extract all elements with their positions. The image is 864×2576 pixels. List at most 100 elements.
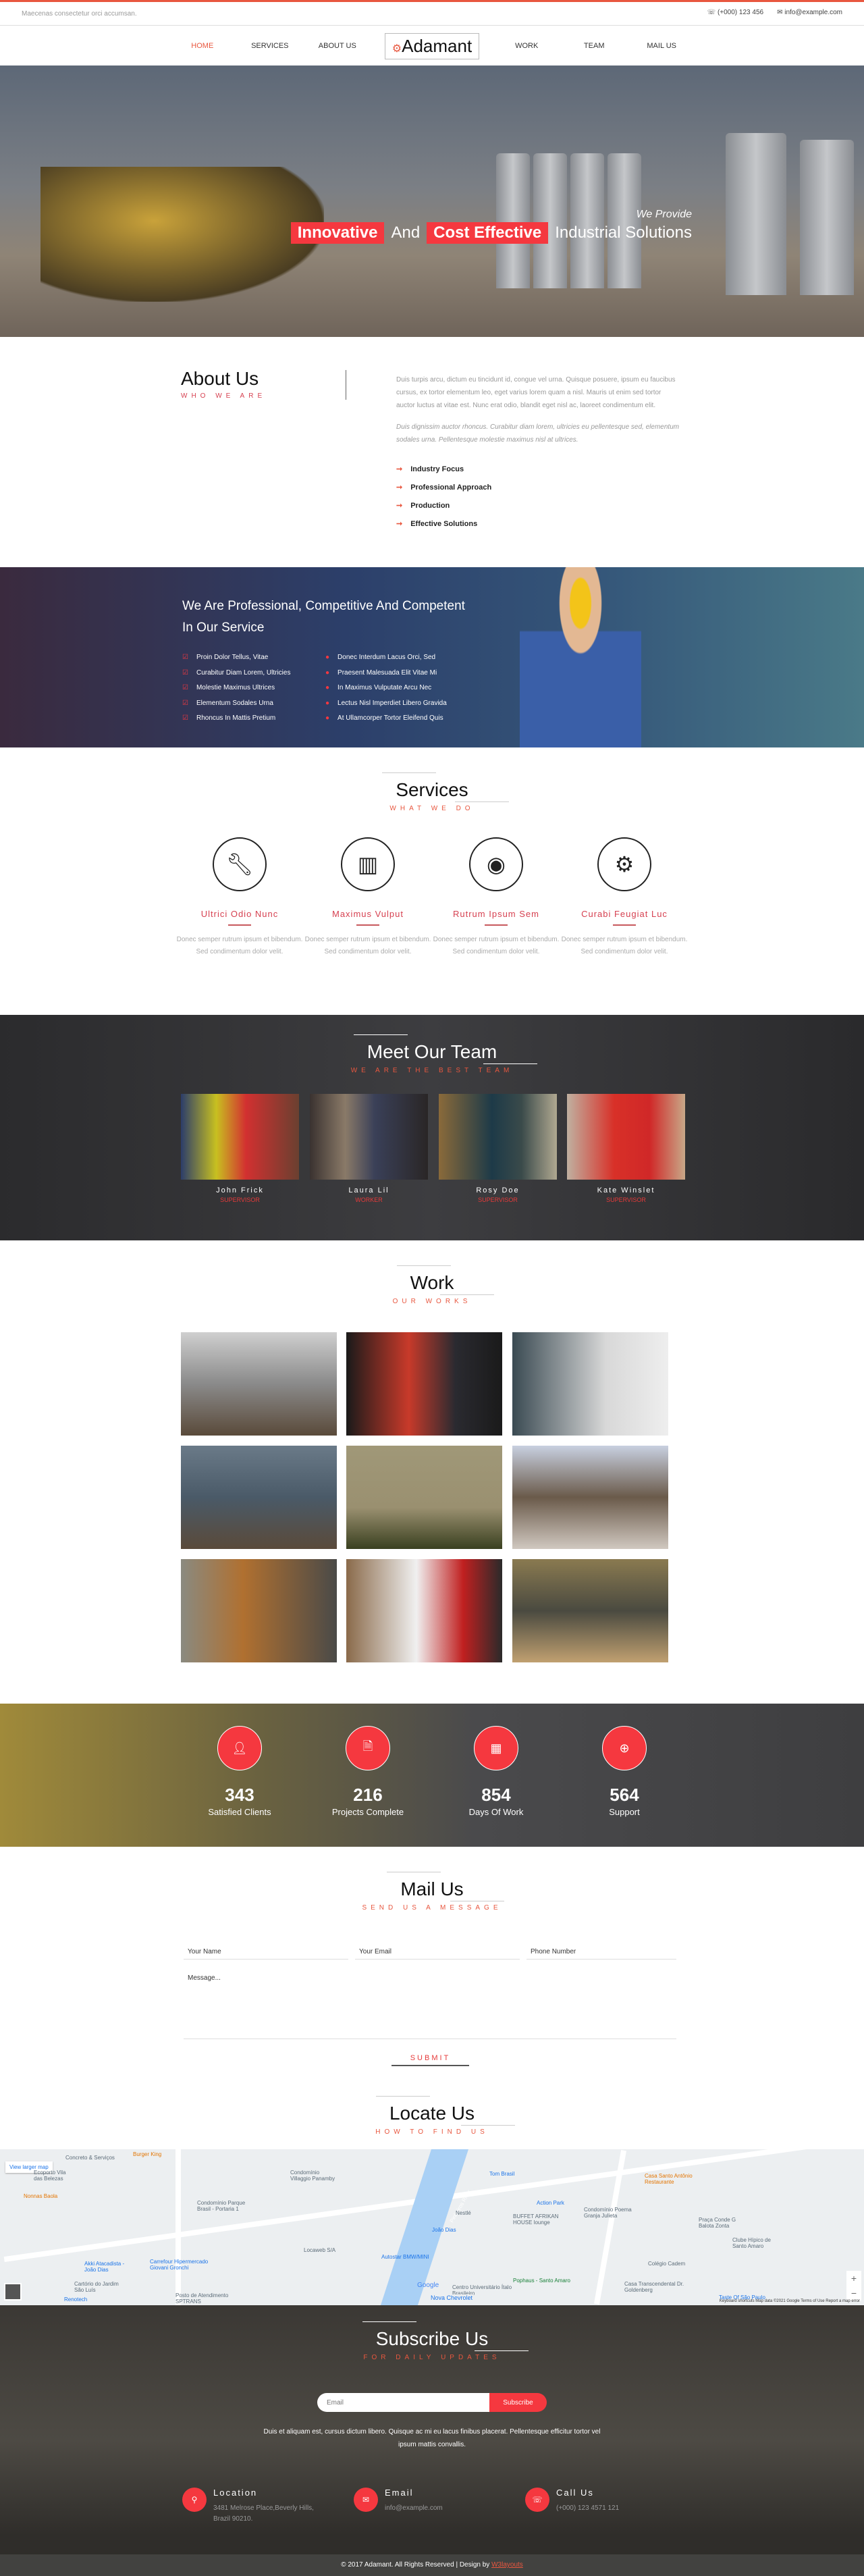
work-image[interactable]	[512, 1559, 668, 1662]
subscribe-button[interactable]: Subscribe	[489, 2393, 547, 2412]
arrow-right-icon: ➞	[396, 483, 403, 492]
hero-subtitle: We Provide	[636, 209, 692, 220]
contact-text[interactable]: info@example.com	[385, 2503, 500, 2514]
about-paragraph-italic: Duis dignissim auctor rhoncus. Curabitur…	[396, 423, 680, 444]
map-label: Nonnas Baola	[24, 2193, 58, 2199]
stat: ▦ 854 Days Of Work	[432, 1726, 560, 1817]
map-label: Posto de Atendimento SPTRANS	[176, 2292, 229, 2305]
top-contact: ☏ (+000) 123 456 ✉ info@example.com	[707, 9, 842, 16]
divider	[356, 924, 379, 926]
check-icon: ☑	[182, 684, 188, 691]
team-section: Meet Our Team WE ARE THE BEST TEAM John …	[0, 1015, 864, 1240]
work-image[interactable]	[346, 1446, 502, 1549]
service-text: Donec semper rutrum ipsum et bibendum. S…	[433, 936, 560, 955]
list-item: ● Donec Interdum Lacus Orci, Sed	[325, 654, 447, 669]
work-image[interactable]	[512, 1446, 668, 1549]
work-subtitle: OUR WORKS	[392, 1298, 472, 1305]
list-item-label: Industry Focus	[410, 465, 464, 473]
list-item: ☑ Molestie Maximus Ultrices	[182, 684, 290, 700]
about-paragraph: Duis turpis arcu, dictum eu tincidunt id…	[396, 376, 676, 409]
satellite-toggle[interactable]	[4, 2283, 22, 2301]
email-info[interactable]: ✉ info@example.com	[777, 9, 842, 16]
subscribe-email-input[interactable]	[317, 2393, 489, 2412]
arrow-right-icon: ➞	[396, 502, 403, 510]
zoom-out-button[interactable]: −	[846, 2286, 861, 2301]
locate-title: Locate Us	[375, 2096, 516, 2127]
list-item-label: In Maximus Vulputate Arcu Nec	[338, 684, 432, 691]
member-photo	[439, 1094, 557, 1180]
list-item-label: Lectus Nisl Imperdiet Libero Gravida	[338, 699, 447, 707]
document-icon: 🗎︎	[346, 1726, 390, 1770]
list-item-label: Professional Approach	[410, 483, 492, 492]
message-field[interactable]: Message...	[184, 1970, 676, 2039]
submit-button[interactable]: SUBMIT	[392, 2054, 469, 2066]
nav-home[interactable]: HOME	[169, 42, 236, 50]
service-text: Donec semper rutrum ipsum et bibendum. S…	[561, 936, 688, 955]
subscribe-heading: Subscribe Us FOR DAILY UPDATES	[0, 2321, 864, 2361]
team-member[interactable]: Laura Lil WORKER	[310, 1094, 428, 1203]
arrow-right-icon: ➞	[396, 520, 403, 528]
work-image[interactable]	[181, 1332, 337, 1436]
zoom-in-button[interactable]: +	[846, 2271, 861, 2286]
nav-services[interactable]: SERVICES	[236, 42, 304, 50]
lifebuoy-icon: ⊕	[602, 1726, 647, 1770]
contact-location: ⚲ Location 3481 Melrose Place,Beverly Hill…	[182, 2488, 328, 2525]
team-subtitle: WE ARE THE BEST TEAM	[350, 1067, 514, 1074]
list-item: ☑ Elementum Sodales Urna	[182, 700, 290, 715]
work-image[interactable]	[346, 1332, 502, 1436]
stats-section: 👤︎ 343 Satisfied Clients 🗎︎ 216 Projects Com…	[0, 1704, 864, 1847]
team-title: Meet Our Team	[353, 1034, 538, 1066]
list-item-label: At Ullamcorper Tortor Eleifend Quis	[338, 714, 443, 722]
map-label: Pophaus - Santo Amaro	[513, 2278, 570, 2284]
services-subtitle: WHAT WE DO	[389, 805, 475, 812]
wrench-icon: 🔧︎	[213, 837, 267, 891]
map-label: Ecoporto Vila das Belezas	[34, 2170, 66, 2182]
map-label: Nestlé	[456, 2210, 471, 2216]
email-text[interactable]: info@example.com	[784, 9, 842, 16]
stat-value: 343	[225, 1785, 254, 1805]
list-item: ➞ Effective Solutions	[396, 519, 491, 537]
team-member[interactable]: John Frick SUPERVISOR	[181, 1094, 299, 1203]
zoom-controls: + −	[846, 2271, 861, 2301]
map-label: João Dias	[432, 2227, 456, 2233]
nav-about[interactable]: ABOUT US	[304, 42, 371, 50]
nav-mail[interactable]: MAIL US	[628, 42, 695, 50]
map[interactable]: View larger map Concreto & Serviços Burg…	[0, 2149, 864, 2305]
team-member[interactable]: Kate Winslet SUPERVISOR	[567, 1094, 685, 1203]
map-label: Tom Brasil	[489, 2171, 515, 2177]
phone-text: (+000) 123 456	[717, 9, 764, 16]
google-logo: Google	[417, 2282, 439, 2289]
stat-value: 564	[610, 1785, 639, 1805]
list-item-label: Praesent Malesuada Elit Vitae Mi	[338, 668, 437, 677]
phone-icon: ☏	[525, 2488, 549, 2512]
map-label: BUFFET AFRIKAN HOUSE lounge	[513, 2213, 559, 2226]
locate-heading: Locate Us HOW TO FIND US	[0, 2096, 864, 2136]
phone-icon: ☏	[707, 9, 718, 16]
dot-icon: ●	[325, 668, 330, 677]
locate-subtitle: HOW TO FIND US	[375, 2128, 489, 2136]
list-item-label: Elementum Sodales Urna	[196, 699, 273, 707]
footer: © 2017 Adamant. All Rights Reserved | De…	[0, 2554, 864, 2576]
silo-image	[726, 133, 786, 295]
team-member[interactable]: Rosy Doe SUPERVISOR	[439, 1094, 557, 1203]
name-field[interactable]: Your Name	[184, 1945, 348, 1960]
phone-field[interactable]: Phone Number	[526, 1945, 676, 1960]
nav-team[interactable]: TEAM	[560, 42, 628, 50]
work-image[interactable]	[512, 1332, 668, 1436]
work-image[interactable]	[346, 1559, 502, 1662]
nav-work[interactable]: WORK	[493, 42, 560, 50]
contact-text: 3481 Melrose Place,Beverly Hills, Brazil…	[213, 2504, 314, 2523]
service-text: Donec semper rutrum ipsum et bibendum. S…	[176, 936, 303, 955]
work-image[interactable]	[181, 1559, 337, 1662]
list-item: ☑ Proin Dolor Tellus, Vitae	[182, 654, 290, 669]
logo[interactable]: ⚙Adamant	[384, 32, 480, 59]
user-icon: 👤︎	[217, 1726, 262, 1770]
work-image[interactable]	[181, 1446, 337, 1549]
stat-label: Projects Complete	[331, 1807, 404, 1817]
map-label: Akki Atacadista - João Dias	[84, 2261, 125, 2273]
team-heading: Meet Our Team WE ARE THE BEST TEAM	[0, 1034, 864, 1074]
designer-link[interactable]: W3layouts	[491, 2561, 523, 2569]
service-card: ▥ Maximus Vulput Donec semper rutrum ipsum…	[304, 837, 432, 958]
email-field[interactable]: Your Email	[355, 1945, 520, 1960]
hero-banner: We Provide Innovative And Cost Effective…	[0, 65, 864, 337]
